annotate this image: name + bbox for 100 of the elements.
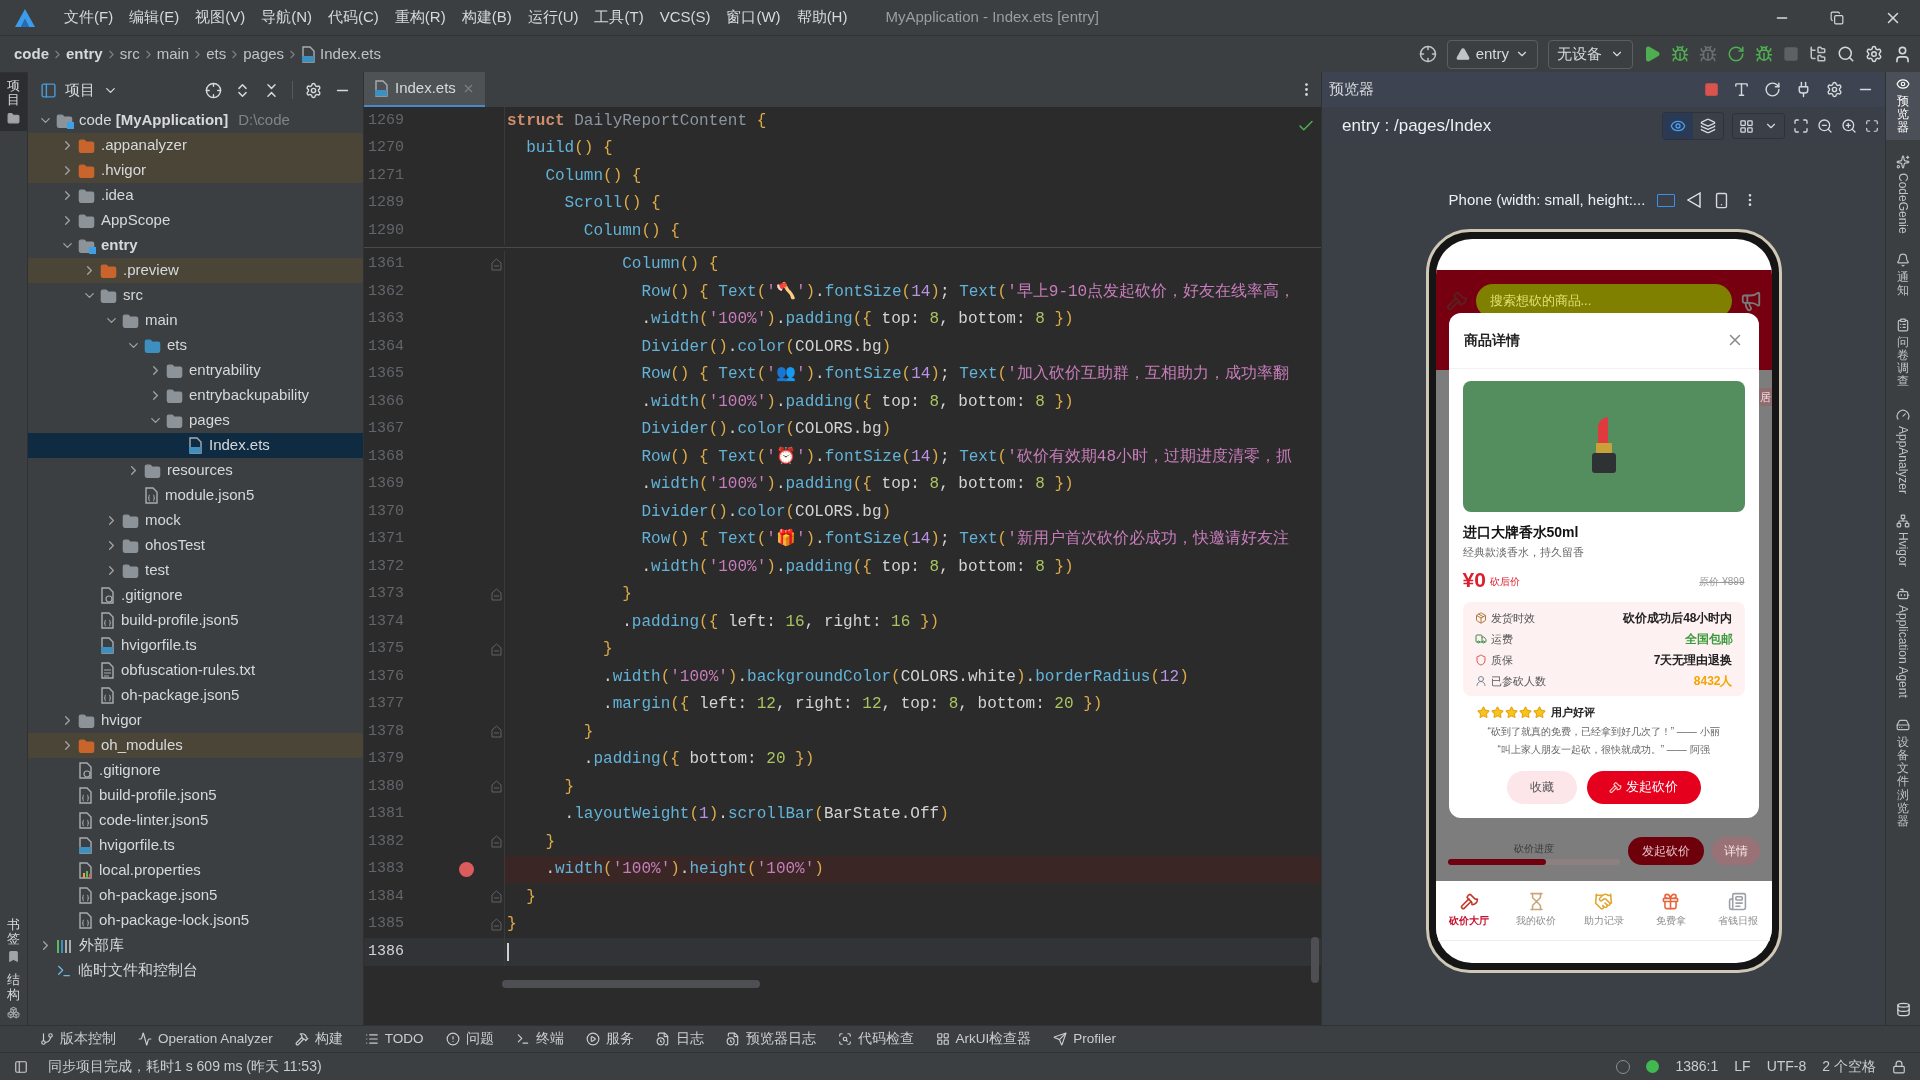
tree-item[interactable]: hvigorfile.ts bbox=[28, 633, 363, 658]
tool-window-button[interactable]: 终端 bbox=[515, 1028, 564, 1050]
panel-toggle-icon[interactable] bbox=[14, 1059, 28, 1074]
tool-window-button[interactable]: 日志 bbox=[655, 1028, 704, 1050]
tool-window-tab[interactable]: 通知 bbox=[1885, 248, 1920, 303]
tool-window-tab[interactable]: 设备文件浏览器 bbox=[1885, 712, 1920, 834]
tree-item[interactable]: build-profile.json5 bbox=[28, 783, 363, 808]
device-select[interactable]: 无设备 bbox=[1548, 39, 1633, 69]
breadcrumb-item[interactable]: main bbox=[156, 42, 190, 66]
tree-item[interactable]: 外部库 bbox=[28, 933, 363, 958]
tree-item[interactable]: AppScope bbox=[28, 208, 363, 233]
menu-item[interactable]: 窗口(W) bbox=[718, 6, 789, 29]
tree-item[interactable]: .gitignore bbox=[28, 583, 363, 608]
tree-item[interactable]: .appanalyzer bbox=[28, 133, 363, 158]
restore-icon[interactable] bbox=[1830, 10, 1844, 25]
line-ending[interactable]: LF bbox=[1734, 1056, 1751, 1077]
tool-window-tab[interactable]: AppAnalyzer bbox=[1885, 403, 1920, 500]
device-name[interactable]: Phone (width: small, height:... bbox=[1448, 189, 1646, 212]
rotate-left-icon[interactable] bbox=[1687, 192, 1702, 209]
tool-window-button[interactable]: 代码检查 bbox=[837, 1028, 914, 1050]
menu-item[interactable]: 重构(R) bbox=[386, 6, 454, 29]
menu-item[interactable]: 视图(V) bbox=[187, 6, 254, 29]
settings-icon[interactable] bbox=[1865, 45, 1883, 63]
refresh-icon[interactable] bbox=[1764, 81, 1781, 98]
tree-item[interactable]: entry bbox=[28, 233, 363, 258]
menu-item[interactable]: 帮助(H) bbox=[788, 6, 856, 29]
tool-window-button[interactable]: Operation Analyzer bbox=[138, 1028, 273, 1050]
tree-item[interactable]: src bbox=[28, 283, 363, 308]
text-mode-icon[interactable] bbox=[1657, 193, 1676, 207]
tree-item[interactable]: .gitignore bbox=[28, 758, 363, 783]
tool-window-button[interactable]: 预览器日志 bbox=[725, 1028, 816, 1050]
tool-window-tab[interactable]: CodeGenie bbox=[1885, 149, 1920, 239]
breakpoint-icon[interactable] bbox=[458, 861, 474, 877]
settings-icon[interactable] bbox=[1826, 81, 1843, 98]
tree-item[interactable]: .hvigor bbox=[28, 158, 363, 183]
tool-window-tab[interactable]: Application Agent bbox=[1885, 582, 1920, 703]
debug-icon[interactable] bbox=[1671, 45, 1689, 63]
breadcrumb-item[interactable]: pages bbox=[243, 42, 285, 66]
menu-item[interactable]: VCS(S) bbox=[651, 6, 719, 29]
caret-position[interactable]: 1386:1 bbox=[1675, 1056, 1719, 1077]
tree-item[interactable]: oh_modules bbox=[28, 733, 363, 758]
tool-window-button[interactable]: TODO bbox=[364, 1028, 424, 1050]
tree-item[interactable]: test bbox=[28, 558, 363, 583]
tree-item[interactable]: hvigorfile.ts bbox=[28, 833, 363, 858]
database-icon[interactable] bbox=[1895, 1002, 1911, 1017]
breadcrumb-item[interactable]: entry bbox=[66, 42, 103, 66]
search-icon[interactable] bbox=[1837, 45, 1855, 63]
locate-icon[interactable] bbox=[205, 81, 222, 99]
tool-window-tab[interactable]: Hvigor bbox=[1885, 509, 1920, 573]
vertical-scrollbar[interactable] bbox=[1311, 937, 1319, 983]
actual-size-icon[interactable] bbox=[1865, 119, 1879, 133]
menu-item[interactable]: 编辑(E) bbox=[121, 6, 188, 29]
start-bargain-button[interactable]: 发起砍价 bbox=[1627, 836, 1704, 865]
tree-item[interactable]: 临时文件和控制台 bbox=[28, 958, 363, 983]
tool-window-button[interactable]: 问题 bbox=[445, 1028, 494, 1050]
favorite-button[interactable]: 收藏 bbox=[1506, 770, 1577, 804]
tool-window-button[interactable]: 服务 bbox=[585, 1028, 634, 1050]
tree-item[interactable]: entrybackupability bbox=[28, 383, 363, 408]
tool-window-tab[interactable]: 项目 bbox=[0, 73, 27, 131]
tool-window-tab[interactable]: 书签 bbox=[0, 917, 27, 964]
tool-window-button[interactable]: 构建 bbox=[294, 1028, 343, 1050]
settings-icon[interactable] bbox=[305, 81, 322, 99]
nav-tab[interactable]: 我的砍价 bbox=[1502, 880, 1570, 940]
module-select[interactable]: entry bbox=[1446, 39, 1538, 69]
nav-tab[interactable]: 砍价大厅 bbox=[1435, 880, 1503, 940]
tree-item[interactable]: .idea bbox=[28, 183, 363, 208]
tree-item[interactable]: pages bbox=[28, 408, 363, 433]
tool-window-tab[interactable]: 预览器 bbox=[1885, 72, 1920, 140]
nav-tab[interactable]: 免费拿 bbox=[1637, 880, 1705, 940]
grid-icon[interactable] bbox=[1739, 118, 1754, 134]
details-button[interactable]: 详情 bbox=[1711, 836, 1760, 865]
tool-window-button[interactable]: ArkUI检查器 bbox=[935, 1028, 1032, 1050]
run-icon[interactable] bbox=[1643, 45, 1661, 63]
tree-item[interactable]: build-profile.json5 bbox=[28, 608, 363, 633]
menu-item[interactable]: 导航(N) bbox=[253, 6, 320, 29]
breadcrumb-item[interactable]: ets bbox=[206, 42, 227, 66]
nav-tab[interactable]: 助力记录 bbox=[1569, 880, 1638, 940]
menu-item[interactable]: 构建(B) bbox=[453, 6, 520, 29]
menu-item[interactable]: 文件(F) bbox=[56, 6, 122, 29]
tree-item[interactable]: local.properties bbox=[28, 858, 363, 883]
tree-item[interactable]: main bbox=[28, 308, 363, 333]
tree-item[interactable]: code [MyApplication] D:\code bbox=[28, 108, 363, 133]
tree-item[interactable]: resources bbox=[28, 458, 363, 483]
lock-icon[interactable] bbox=[1892, 1059, 1906, 1074]
font-size-icon[interactable] bbox=[1733, 81, 1750, 98]
breadcrumb-item[interactable]: Index.ets bbox=[320, 42, 381, 66]
nav-tab[interactable]: 省钱日报 bbox=[1704, 880, 1772, 940]
tree-item[interactable]: oh-package.json5 bbox=[28, 683, 363, 708]
tree-item[interactable]: Index.ets bbox=[28, 433, 363, 458]
breadcrumb-item[interactable]: src bbox=[119, 42, 140, 66]
tool-window-tab[interactable]: 结构 bbox=[0, 973, 27, 1019]
tree-item[interactable]: oh-package-lock.json5 bbox=[28, 908, 363, 933]
tree-item[interactable]: ohosTest bbox=[28, 533, 363, 558]
tree-item[interactable]: .preview bbox=[28, 258, 363, 283]
target-icon[interactable] bbox=[1418, 45, 1437, 63]
reload-icon[interactable] bbox=[1727, 45, 1745, 63]
stop-icon[interactable] bbox=[1704, 82, 1719, 97]
project-structure-icon[interactable] bbox=[1809, 45, 1827, 63]
breadcrumb-item[interactable]: code bbox=[14, 42, 49, 66]
bargain-button[interactable]: 发起砍价 bbox=[1586, 770, 1701, 804]
